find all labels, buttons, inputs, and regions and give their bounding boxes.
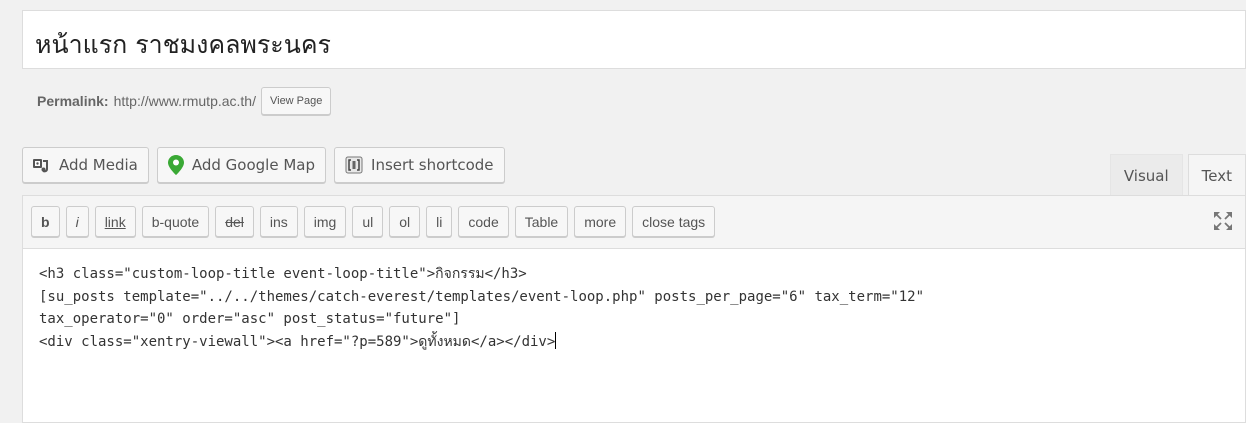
qt-img-button[interactable]: img bbox=[303, 206, 347, 237]
code-line-last: <div class="xentry-viewall"><a href="?p=… bbox=[39, 331, 1229, 354]
permalink-row: Permalink: http://www.rmutp.ac.th/ View … bbox=[37, 86, 332, 116]
quicktags-toolbar: b i link b-quote del ins img ul ol li co… bbox=[23, 196, 1245, 249]
qt-bold-button[interactable]: b bbox=[31, 206, 60, 237]
code-line-text: <div class="xentry-viewall"><a href="?p=… bbox=[39, 333, 556, 350]
tab-visual[interactable]: Visual bbox=[1109, 154, 1183, 196]
qt-blockquote-button[interactable]: b-quote bbox=[141, 206, 210, 237]
code-line: [su_posts template="../../themes/catch-e… bbox=[39, 288, 925, 305]
text-editor: b i link b-quote del ins img ul ol li co… bbox=[22, 195, 1246, 423]
shortcode-icon bbox=[345, 156, 363, 174]
qt-more-button[interactable]: more bbox=[574, 206, 627, 237]
post-title-field[interactable]: หน้าแรก ราชมงคลพระนคร bbox=[22, 10, 1246, 69]
add-media-label: Add Media bbox=[59, 156, 138, 174]
map-pin-icon bbox=[167, 155, 184, 175]
tab-text[interactable]: Text bbox=[1187, 154, 1246, 196]
permalink-label: Permalink: bbox=[37, 93, 109, 109]
code-line: <h3 class="custom-loop-title event-loop-… bbox=[39, 266, 527, 282]
add-media-button[interactable]: Add Media bbox=[22, 147, 149, 183]
qt-ul-button[interactable]: ul bbox=[352, 206, 384, 237]
content-textarea[interactable]: <h3 class="custom-loop-title event-loop-… bbox=[39, 263, 1229, 353]
qt-li-button[interactable]: li bbox=[426, 206, 453, 237]
qt-ol-button[interactable]: ol bbox=[389, 206, 421, 237]
insert-shortcode-button[interactable]: Insert shortcode bbox=[334, 147, 505, 183]
fullscreen-icon[interactable] bbox=[1213, 211, 1233, 231]
editor-tabs: Visual Text bbox=[1109, 154, 1246, 196]
code-line: tax_operator="0" order="asc" post_status… bbox=[39, 311, 461, 327]
qt-italic-button[interactable]: i bbox=[65, 206, 89, 237]
qt-table-button[interactable]: Table bbox=[514, 206, 569, 237]
qt-close-tags-button[interactable]: close tags bbox=[632, 206, 716, 237]
qt-code-button[interactable]: code bbox=[458, 206, 509, 237]
qt-del-button[interactable]: del bbox=[215, 206, 254, 237]
view-page-button[interactable]: View Page bbox=[260, 87, 332, 115]
qt-ins-button[interactable]: ins bbox=[259, 206, 298, 237]
quicktags-row: b i link b-quote del ins img ul ol li co… bbox=[31, 206, 716, 237]
text-caret bbox=[555, 331, 557, 349]
insert-shortcode-label: Insert shortcode bbox=[371, 156, 494, 174]
media-icon bbox=[33, 157, 51, 173]
media-buttons-toolbar: Add Media Add Google Map Insert shortcod… bbox=[22, 147, 505, 183]
add-google-map-button[interactable]: Add Google Map bbox=[156, 147, 327, 183]
qt-link-button[interactable]: link bbox=[94, 206, 136, 237]
permalink-url[interactable]: http://www.rmutp.ac.th/ bbox=[114, 93, 256, 109]
add-google-map-label: Add Google Map bbox=[191, 156, 316, 174]
post-title-text: หน้าแรก ราชมงคลพระนคร bbox=[35, 30, 331, 59]
